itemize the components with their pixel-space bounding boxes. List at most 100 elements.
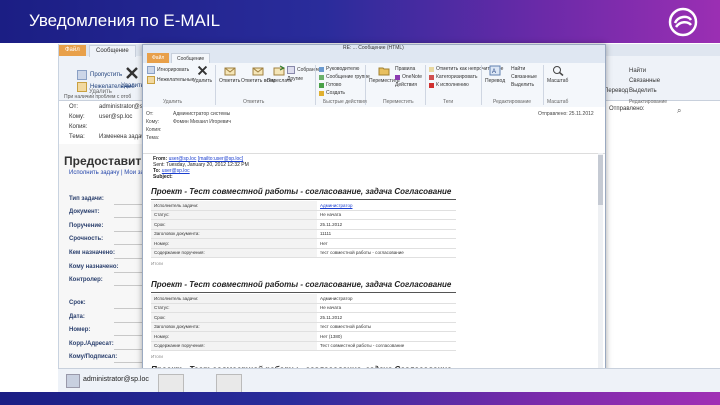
zoom-button[interactable]: Масштаб	[547, 65, 568, 84]
bg-find-label[interactable]: Найти	[629, 68, 646, 74]
related-label: Связанные	[511, 74, 537, 80]
onenote-icon	[395, 74, 400, 80]
forward-icon	[273, 65, 286, 76]
bg-search-icon[interactable]: ⌕	[677, 106, 681, 116]
delete-label: Удалить	[193, 78, 213, 84]
bg-tab-message[interactable]: Сообщение	[89, 45, 136, 57]
select-button[interactable]: Выделить	[511, 82, 534, 88]
form-label: Кому назначено:	[69, 264, 119, 270]
row-value: Не начата	[317, 210, 456, 220]
ignore-button[interactable]: Игнорировать	[147, 66, 189, 74]
email-scrollbar[interactable]	[598, 153, 603, 393]
row-key: Заголовок документа:	[151, 322, 317, 332]
group-zoom: Масштаб	[547, 99, 569, 105]
junk-icon	[147, 76, 155, 84]
meeting-label: Собрание	[297, 67, 321, 73]
bg-from-label: От:	[69, 104, 79, 110]
company-logo-icon	[668, 7, 698, 37]
translate-button[interactable]: A Перевод	[485, 65, 505, 84]
form-label: Срок:	[69, 300, 86, 306]
tab-file[interactable]: Файл	[147, 53, 170, 63]
ribbon-separator	[481, 65, 482, 105]
table-row: Статус: Не начата	[151, 210, 456, 220]
group-quick-steps: Быстрые действия	[323, 99, 367, 105]
scrollbar-thumb[interactable]	[598, 155, 603, 205]
junk-label: Нежелательные	[157, 77, 195, 83]
actions-label: Действия	[395, 82, 417, 88]
reply-all-icon	[252, 67, 264, 76]
bg-tab-file[interactable]: Файл	[59, 45, 86, 56]
row-value: Администратор	[317, 201, 456, 211]
done-button[interactable]: Готово	[319, 82, 341, 88]
junk-icon	[77, 82, 87, 92]
bg-ignore-button[interactable]: Пропустить	[77, 70, 122, 80]
group-move: Переместить	[383, 99, 414, 105]
delete-icon	[126, 67, 139, 79]
people-pane-user[interactable]: administrator@sp.loc	[83, 376, 149, 383]
actions-button[interactable]: Действия	[395, 82, 417, 88]
team-button[interactable]: Сообщение группе	[319, 74, 370, 80]
email-title-bar: RE: ... Сообщение (HTML)	[143, 45, 605, 53]
row-value: Администратор	[317, 294, 456, 304]
envelope-icon	[429, 66, 434, 72]
bg-right-pane: Отправлено: ⌕	[599, 104, 720, 392]
follow-up-button[interactable]: К исполнению	[429, 82, 469, 88]
bg-select-label[interactable]: Выделить	[629, 88, 657, 94]
onenote-button[interactable]: OneNote	[395, 74, 422, 80]
form-label: Контролер:	[69, 277, 103, 283]
row-value: 25.11.2012	[317, 219, 456, 230]
row-value: Не начата	[317, 303, 456, 313]
block-comment: Итоги	[151, 261, 163, 266]
create-button[interactable]: Создать	[319, 90, 345, 96]
row-value: Нет	[317, 238, 456, 249]
zoom-label: Масштаб	[547, 78, 569, 84]
ribbon-separator	[215, 65, 216, 105]
reply-button[interactable]: Ответить	[219, 65, 240, 84]
user-avatar-icon	[66, 374, 80, 388]
row-key: Заголовок документа:	[151, 229, 317, 239]
block-comment: Итоги	[151, 354, 163, 359]
ribbon-separator	[543, 65, 544, 105]
table-row: Номер: Нет	[151, 238, 456, 249]
bg-related-label[interactable]: Связанные	[629, 78, 660, 84]
categorize-button[interactable]: Категоризировать	[429, 74, 477, 80]
to-manager-button[interactable]: Руководителю	[319, 66, 359, 72]
ribbon-separator	[425, 65, 426, 105]
cc-label: Копия:	[146, 127, 162, 133]
lightning-icon	[319, 90, 324, 96]
row-key: Срок:	[151, 219, 317, 230]
svg-text:A: A	[492, 69, 496, 75]
translate-label: Перевод	[485, 78, 506, 84]
form-label: Кому/Подписал:	[69, 354, 118, 360]
table-row: Статус: Не начата	[151, 303, 456, 313]
bg-translate-label[interactable]: Перевод	[604, 88, 628, 94]
delete-button[interactable]: Удалить	[193, 65, 212, 84]
group-reply: Ответить	[243, 99, 265, 105]
more-button[interactable]: Другие	[287, 76, 303, 82]
junk-button[interactable]: Нежелательные	[147, 76, 194, 84]
project-block-rule	[151, 199, 456, 200]
row-value: 11111	[317, 229, 456, 239]
find-button[interactable]: Найти	[511, 66, 525, 72]
ignore-label: Игнорировать	[157, 67, 190, 73]
assignee-link[interactable]: Администратор	[320, 203, 352, 208]
rules-button[interactable]: Правила	[395, 66, 415, 72]
ignore-icon	[77, 70, 87, 80]
zoom-icon	[552, 66, 564, 76]
form-label: Документ:	[69, 209, 100, 215]
check-icon	[319, 82, 324, 88]
bg-action-links[interactable]: Исполнить задачу | Мои зад	[69, 170, 147, 176]
related-button[interactable]: Связанные	[511, 74, 537, 80]
group-tags: Теги	[443, 99, 454, 105]
slide-title: Уведомления по E-MAIL	[29, 11, 221, 30]
table-row: Срок: 25.11.2012	[151, 312, 456, 323]
sent-date: Отправлено: 25.11.2012	[538, 111, 594, 117]
row-key: Срок:	[151, 312, 317, 323]
email-message-window: RE: ... Сообщение (HTML) Файл Сообщение …	[142, 44, 606, 394]
delete-icon	[197, 65, 208, 76]
people-pane: administrator@sp.loc	[58, 368, 720, 395]
bg-delete-button[interactable]: Удалить	[121, 66, 144, 89]
email-body: From: user@sp.loc [mailto:user@sp.loc] S…	[146, 153, 596, 393]
bg-group-edit: Редактирование	[629, 99, 668, 105]
flag-icon	[429, 82, 434, 88]
